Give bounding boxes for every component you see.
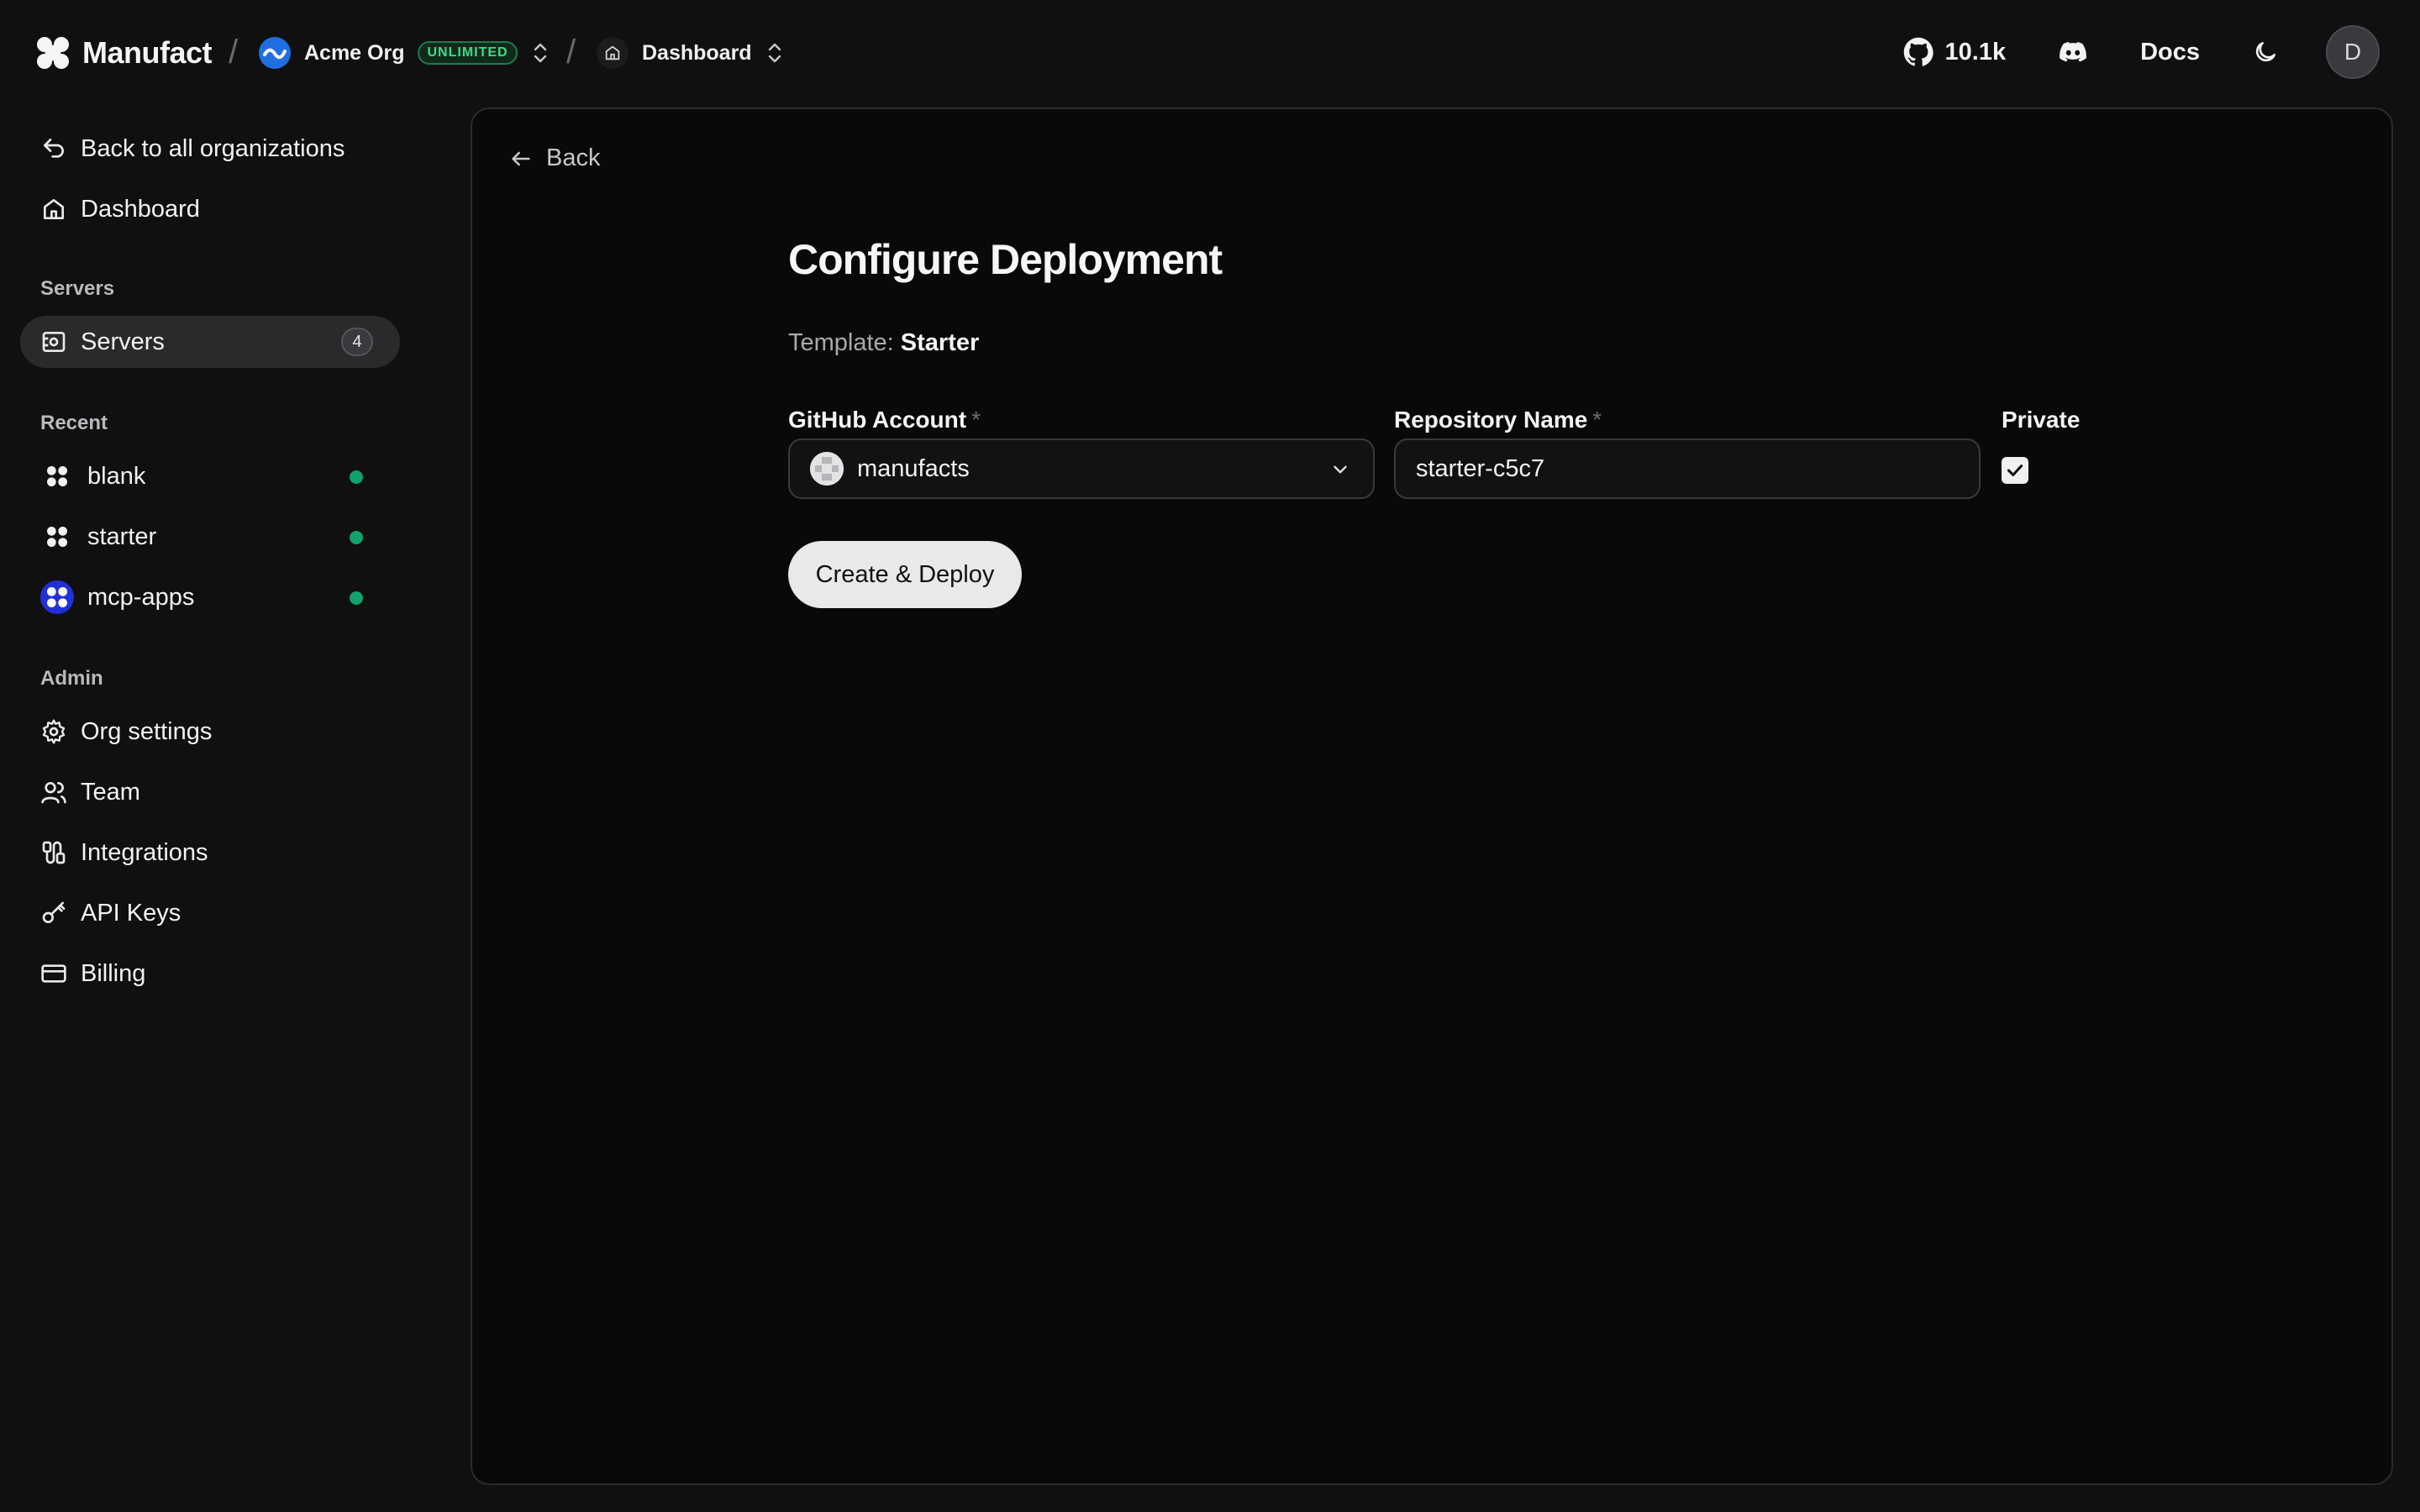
chevron-down-icon xyxy=(1334,465,1347,474)
servers-count-badge: 4 xyxy=(341,328,373,356)
user-avatar[interactable]: D xyxy=(2326,25,2380,79)
dashboard-crumb-icon xyxy=(597,37,629,69)
back-to-organizations-link[interactable]: Back to all organizations xyxy=(20,123,400,175)
github-icon xyxy=(1903,37,1933,66)
back-button[interactable]: Back xyxy=(509,144,600,172)
github-account-label: GitHub Account * xyxy=(788,407,981,433)
required-marker: * xyxy=(1592,407,1602,433)
recent-server-label: starter xyxy=(87,522,157,550)
dashboard-crumb-label: Dashboard xyxy=(642,40,752,65)
server-logo-icon xyxy=(40,520,74,554)
moon-icon xyxy=(2255,42,2275,62)
sidebar-item-integrations[interactable]: Integrations xyxy=(20,827,400,879)
github-account-label-text: GitHub Account xyxy=(788,407,967,433)
recent-server-item[interactable]: mcp-apps xyxy=(20,571,400,623)
main-panel: Back Configure Deployment Template: Star… xyxy=(471,108,2393,1485)
key-icon xyxy=(42,901,66,923)
server-logo-icon xyxy=(40,459,74,493)
dashboard-switcher[interactable]: Dashboard xyxy=(597,37,784,69)
integrations-icon xyxy=(42,841,66,864)
users-icon xyxy=(41,782,66,804)
manufact-logo-icon xyxy=(47,466,67,486)
status-online-dot xyxy=(350,531,363,544)
sidebar-item-label: Billing xyxy=(81,959,146,987)
org-switcher[interactable]: Acme Org UNLIMITED xyxy=(259,37,550,69)
recent-server-item[interactable]: starter xyxy=(20,511,400,563)
sidebar-item-label: Dashboard xyxy=(81,195,200,223)
gear-icon xyxy=(42,719,66,744)
app-root: Manufact / Acme Org UNLIMITED / Dashboar… xyxy=(0,0,2420,1512)
sidebar-item-label: Org settings xyxy=(81,717,213,745)
section-label-servers: Servers xyxy=(40,277,115,300)
sidebar-item-label: API Keys xyxy=(81,899,182,927)
template-label: Template: xyxy=(788,329,894,356)
github-account-value: manufacts xyxy=(857,454,970,482)
credit-card-icon xyxy=(41,964,66,983)
breadcrumb-separator: / xyxy=(229,34,239,71)
chevron-up-down-icon xyxy=(768,43,781,63)
sidebar-item-billing[interactable]: Billing xyxy=(20,948,400,1000)
sidebar-item-dashboard[interactable]: Dashboard xyxy=(20,183,400,235)
template-value: Starter xyxy=(900,329,980,356)
arrow-left-icon xyxy=(512,151,530,165)
create-and-deploy-button[interactable]: Create & Deploy xyxy=(788,541,1022,608)
sidebar-item-org-settings[interactable]: Org settings xyxy=(20,706,400,758)
top-right-actions: 10.1k Docs D xyxy=(1903,25,2380,79)
manufact-logo-icon xyxy=(47,587,67,607)
avatar-pattern-icon xyxy=(810,452,844,486)
docs-link[interactable]: Docs xyxy=(2140,39,2200,66)
theme-toggle[interactable] xyxy=(2252,39,2279,66)
manufact-logo-icon xyxy=(37,37,69,69)
private-checkbox[interactable] xyxy=(2002,457,2028,484)
top-bar: Manufact / Acme Org UNLIMITED / Dashboar… xyxy=(0,0,2420,108)
sidebar-item-label: Integrations xyxy=(81,838,208,866)
github-account-avatar xyxy=(810,452,844,486)
repository-name-label: Repository Name * xyxy=(1394,407,1602,433)
repository-name-label-text: Repository Name xyxy=(1394,407,1588,433)
org-avatar xyxy=(259,37,291,69)
sidebar-item-label: Team xyxy=(81,778,140,806)
status-online-dot xyxy=(350,470,363,484)
check-icon xyxy=(2007,465,2023,476)
required-marker: * xyxy=(971,407,981,433)
section-label-admin: Admin xyxy=(40,667,103,690)
breadcrumb-separator: / xyxy=(566,34,576,71)
wave-icon xyxy=(263,48,287,60)
github-stars-link[interactable]: 10.1k xyxy=(1903,37,2007,67)
page-title: Configure Deployment xyxy=(788,236,1223,283)
private-label: Private xyxy=(2002,407,2081,433)
recent-server-item[interactable]: blank xyxy=(20,450,400,502)
github-stars-count: 10.1k xyxy=(1944,38,2007,66)
repository-name-input[interactable] xyxy=(1394,438,1981,499)
brand-logo-link[interactable]: Manufact xyxy=(35,35,213,71)
back-label: Back xyxy=(546,144,601,171)
github-account-select[interactable]: manufacts xyxy=(788,438,1375,499)
sidebar-item-api-keys[interactable]: API Keys xyxy=(20,887,400,939)
manufact-logo-icon xyxy=(47,527,67,547)
plan-badge: UNLIMITED xyxy=(418,41,518,65)
brand-name: Manufact xyxy=(82,35,213,70)
recent-server-label: blank xyxy=(87,462,146,490)
home-icon xyxy=(605,45,620,60)
recent-server-label: mcp-apps xyxy=(87,583,195,611)
chevron-up-down-icon xyxy=(534,43,546,63)
discord-link[interactable] xyxy=(2058,37,2088,67)
org-name: Acme Org xyxy=(304,40,405,65)
template-info: Template: Starter xyxy=(788,329,979,357)
home-icon xyxy=(44,199,64,219)
undo-arrow-icon xyxy=(44,139,64,158)
status-online-dot xyxy=(350,591,363,605)
server-logo-icon xyxy=(40,580,74,614)
sidebar-item-team[interactable]: Team xyxy=(20,766,400,818)
discord-icon xyxy=(2060,42,2086,62)
server-icon xyxy=(42,332,66,352)
sidebar-item-servers[interactable]: Servers 4 xyxy=(20,316,400,368)
back-to-organizations-label: Back to all organizations xyxy=(81,134,345,162)
sidebar-item-label: Servers xyxy=(81,328,165,355)
section-label-recent: Recent xyxy=(40,412,108,434)
